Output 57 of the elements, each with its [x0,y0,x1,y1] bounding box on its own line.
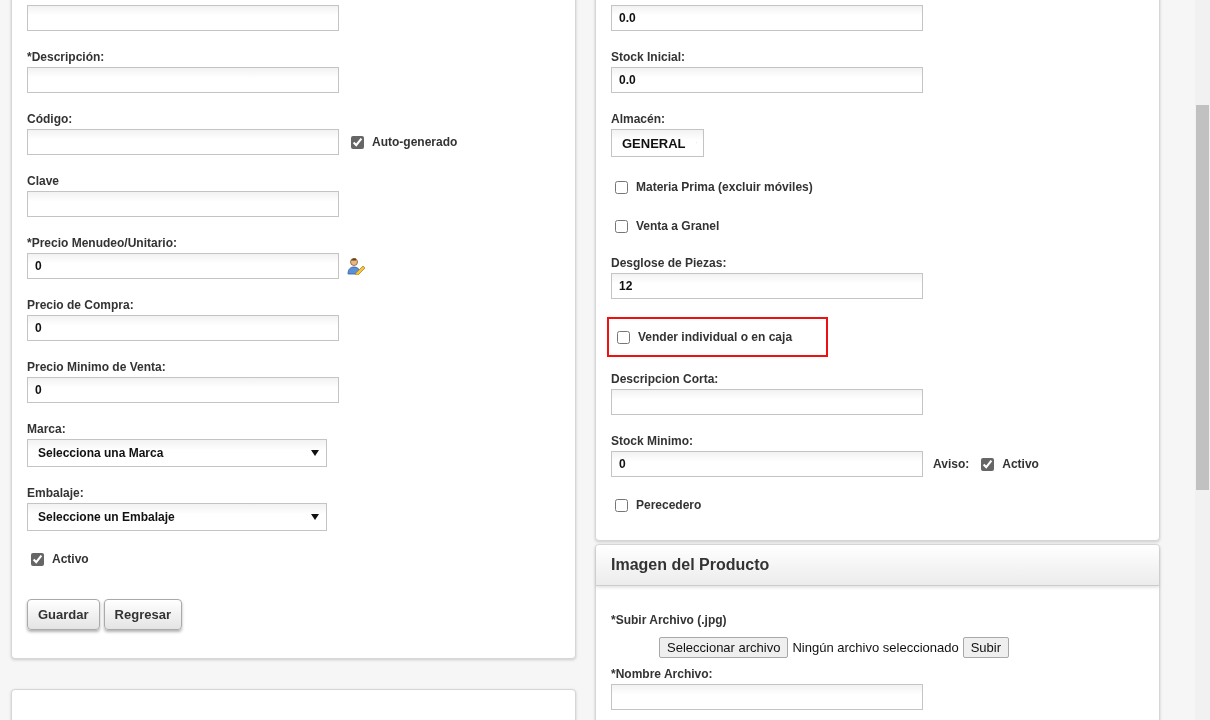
checkbox[interactable] [615,219,628,233]
caret-icon [311,450,319,456]
field-label: Stock Inicial: [611,49,687,65]
panel-title: Imagen del Producto [596,545,1159,586]
checkbox-label[interactable]: Auto-generado [347,132,458,152]
text-field[interactable]: 0 [27,253,339,279]
field-label: Descripcion Corta: [611,371,720,387]
checkbox[interactable] [351,135,364,149]
text-field[interactable] [27,191,339,217]
select-dropdown[interactable]: GENERAL [611,129,704,157]
text-field[interactable]: 0.0 [611,67,923,93]
upload-button[interactable]: Subir [962,637,1010,658]
text-field[interactable] [611,684,923,710]
field-label: *Descripción: [27,49,106,65]
field-label: Marca: [27,421,67,437]
text-field[interactable]: 0 [27,377,339,403]
file-status: Ningún archivo seleccionado [792,640,959,655]
checkbox[interactable] [615,180,628,194]
field-label: Clave [27,173,61,189]
caret-icon [311,514,319,520]
field-label: *Subir Archivo (.jpg) [611,612,728,628]
checkbox-label[interactable]: Materia Prima (excluir móviles) [611,177,1144,197]
text-field[interactable]: 12 [611,273,923,299]
field-label: Código: [27,111,74,127]
checkbox[interactable] [617,330,630,344]
checkbox-label[interactable]: Perecedero [611,495,1144,515]
text-field[interactable]: 0 [611,451,923,477]
field-label: Almacén: [611,111,667,127]
checkbox-label[interactable]: Activo [977,454,1039,474]
field-label: Desglose de Piezas: [611,255,728,271]
checkbox[interactable] [981,457,995,471]
field-label: Stock Minimo: [611,433,694,449]
text-field[interactable]: 0.0 [611,5,923,31]
back-button[interactable]: Regresar [103,599,182,630]
field-label: Precio Minimo de Venta: [27,359,167,375]
field-label: *Nombre Archivo: [611,666,714,682]
save-button[interactable]: Guardar [27,599,100,630]
text-field[interactable] [27,67,339,93]
scrollbar[interactable] [1195,0,1210,720]
checkbox-label[interactable]: Venta a Granel [611,216,1144,236]
choose-file-button[interactable]: Seleccionar archivo [659,637,789,658]
text-field[interactable] [27,5,339,31]
aviso-label: Aviso: [933,457,970,471]
scroll-thumb[interactable] [1196,105,1209,490]
user-edit-icon[interactable] [347,257,365,275]
checkbox-label[interactable]: Activo [27,549,560,569]
field-label: Precio de Compra: [27,297,135,313]
checkbox-label[interactable]: Vender individual o en caja [613,327,826,347]
text-field[interactable] [27,129,339,155]
field-label: Embalaje: [27,485,85,501]
field-label: *Precio Menudeo/Unitario: [27,235,179,251]
select-dropdown[interactable]: Seleccione un Embalaje [27,503,327,531]
text-field[interactable]: 0 [27,315,339,341]
checkbox[interactable] [31,552,44,566]
text-field[interactable] [611,389,923,415]
checkbox[interactable] [615,498,628,512]
select-dropdown[interactable]: Selecciona una Marca [27,439,327,467]
